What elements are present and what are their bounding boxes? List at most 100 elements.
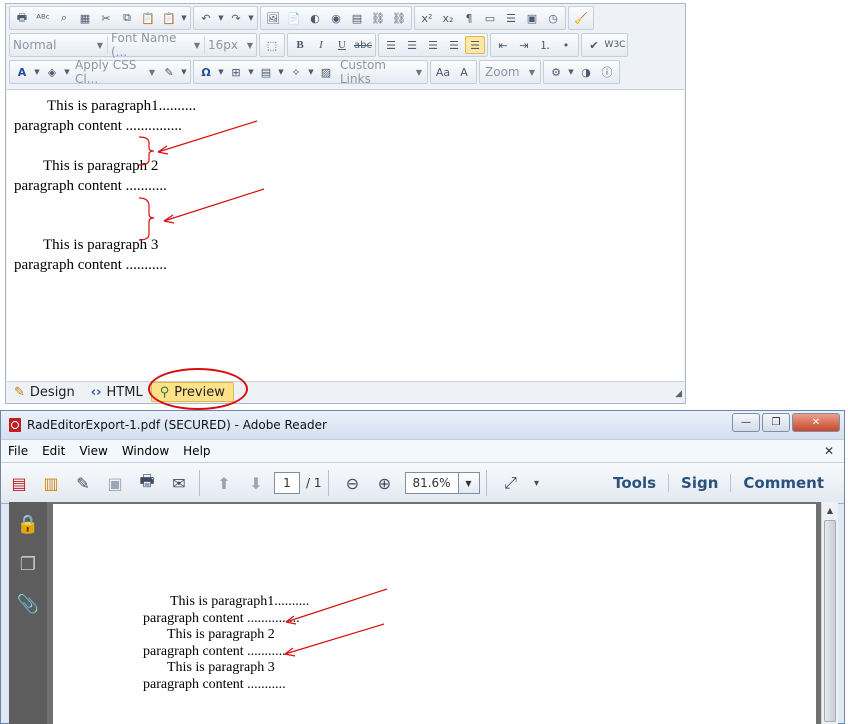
chevron-down-icon[interactable]: ▼ [307, 63, 315, 81]
xhtml-validator-icon[interactable]: ✔ [584, 36, 604, 54]
lock-icon[interactable]: 🔒 [9, 506, 47, 542]
numbered-list-icon[interactable]: ⒈ [535, 36, 555, 54]
next-page-icon[interactable]: ⬇ [242, 471, 270, 495]
font-name-dropdown[interactable]: Font Name (... ▼ [107, 31, 203, 59]
comment-link[interactable]: Comment [730, 474, 836, 492]
chevron-down-icon[interactable]: ▼ [458, 472, 480, 494]
css-class-dropdown[interactable]: Apply CSS Cl... ▼ [72, 58, 158, 86]
restore-button[interactable]: ❐ [762, 413, 790, 432]
table-icon[interactable]: ⊞ [226, 63, 246, 81]
form-element-icon[interactable]: ▣ [522, 9, 542, 27]
find-replace-icon[interactable]: ⌕ [54, 9, 74, 27]
spellcheck-icon[interactable]: ᴬᴮᶜ [33, 9, 53, 27]
align-none-icon[interactable]: ☰ [465, 36, 485, 54]
bulleted-list-icon[interactable]: • [556, 36, 576, 54]
font-size-dropdown[interactable]: 16px ▼ [204, 36, 256, 54]
chevron-down-icon[interactable]: ▼ [180, 9, 188, 27]
menu-view[interactable]: View [72, 444, 114, 458]
format-block-dropdown[interactable]: Normal ▼ [10, 36, 106, 54]
media-manager-icon[interactable]: ◉ [326, 9, 346, 27]
indent-icon[interactable]: ⇥ [514, 36, 534, 54]
minimize-button[interactable]: — [732, 413, 760, 432]
menu-window[interactable]: Window [115, 444, 176, 458]
image-map-icon[interactable]: ▨ [316, 63, 336, 81]
chevron-down-icon[interactable]: ▼ [247, 9, 255, 27]
magic-wand-icon[interactable]: ✧ [286, 63, 306, 81]
date-icon[interactable]: ◷ [543, 9, 563, 27]
bold-icon[interactable]: B [290, 36, 310, 54]
convert-lower-icon[interactable]: Aa [433, 63, 453, 81]
chevron-down-icon[interactable]: ▼ [63, 63, 71, 81]
cut-icon[interactable]: ✂ [96, 9, 116, 27]
page-number-input[interactable]: 1 [274, 472, 300, 494]
chevron-down-icon[interactable]: ▼ [217, 9, 225, 27]
paste-icon[interactable]: 📋 [138, 9, 158, 27]
zoom-level-input[interactable]: 81.6% [404, 472, 459, 494]
scroll-up-icon[interactable]: ▲ [822, 502, 838, 518]
close-window-button[interactable]: ✕ [792, 413, 840, 432]
vertical-scrollbar[interactable]: ▲ [821, 502, 838, 724]
pages-icon[interactable]: ❐ [9, 546, 47, 582]
menu-help[interactable]: Help [176, 444, 217, 458]
symbol-icon[interactable]: Ω [196, 63, 216, 81]
chevron-down-icon[interactable]: ▼ [33, 63, 41, 81]
copy-icon[interactable]: ⧉ [117, 9, 137, 27]
resize-grip-icon[interactable]: ◢ [675, 389, 682, 399]
fore-color-icon[interactable]: A [12, 63, 32, 81]
attachments-icon[interactable]: 📎 [9, 586, 47, 622]
fit-page-icon[interactable]: ⤢ [497, 471, 525, 495]
format-painter-icon[interactable]: ✎ [159, 63, 179, 81]
paragraph-icon[interactable]: ¶ [459, 9, 479, 27]
help-icon[interactable]: ⓘ [597, 63, 617, 81]
zoom-out-icon[interactable]: ⊖ [339, 471, 367, 495]
create-pdf-icon[interactable]: ▤ [5, 471, 33, 495]
design-mode-tab[interactable]: ✎ Design [6, 382, 83, 402]
align-left-icon[interactable]: ☰ [381, 36, 401, 54]
chevron-down-icon[interactable]: ▼ [180, 63, 188, 81]
zoom-in-icon[interactable]: ⊕ [371, 471, 399, 495]
italic-icon[interactable]: I [311, 36, 331, 54]
combine-files-icon[interactable]: ▥ [37, 471, 65, 495]
module-manager-icon[interactable]: ⚙ [546, 63, 566, 81]
chevron-down-icon[interactable]: ▼ [217, 63, 225, 81]
sign-link[interactable]: Sign [668, 474, 730, 492]
convert-upper-icon[interactable]: A [454, 63, 474, 81]
editor-content-area[interactable]: This is paragraph1.......... paragraph c… [7, 89, 684, 382]
snippet-icon[interactable]: ▤ [256, 63, 276, 81]
print-icon[interactable]: 🖶 [133, 471, 161, 495]
chevron-down-icon[interactable]: ▼ [567, 63, 575, 81]
format-stripper-icon[interactable]: 🧹 [571, 9, 591, 27]
template-manager-icon[interactable]: ▤ [347, 9, 367, 27]
custom-links-dropdown[interactable]: Custom Links ▼ [337, 58, 425, 86]
edit-pdf-icon[interactable]: ✎ [69, 471, 97, 495]
link-manager-icon[interactable]: ⛓ [368, 9, 388, 27]
undo-icon[interactable]: ↶ [196, 9, 216, 27]
print-icon[interactable]: 🖶 [12, 9, 32, 27]
horizontal-rule-icon[interactable]: ☰ [501, 9, 521, 27]
toolbar-options-icon[interactable]: ▾ [529, 471, 545, 495]
absolute-position-icon[interactable]: ⬚ [262, 36, 282, 54]
image-manager-icon[interactable]: 🖼 [263, 9, 283, 27]
outdent-icon[interactable]: ⇤ [493, 36, 513, 54]
menu-file[interactable]: File [1, 444, 35, 458]
previous-page-icon[interactable]: ⬆ [210, 471, 238, 495]
superscript-icon[interactable]: x² [417, 9, 437, 27]
save-icon[interactable]: ▣ [101, 471, 129, 495]
back-color-icon[interactable]: ◈ [42, 63, 62, 81]
email-icon[interactable]: ✉ [165, 471, 193, 495]
scrollbar-thumb[interactable] [824, 520, 836, 722]
close-document-icon[interactable]: ✕ [824, 444, 834, 458]
chevron-down-icon[interactable]: ▼ [277, 63, 285, 81]
flash-manager-icon[interactable]: ◐ [305, 9, 325, 27]
subscript-icon[interactable]: x₂ [438, 9, 458, 27]
document-manager-icon[interactable]: 📄 [284, 9, 304, 27]
toggle-screen-icon[interactable]: ◑ [576, 63, 596, 81]
select-all-icon[interactable]: ▦ [75, 9, 95, 27]
paste-options-icon[interactable]: 📋 [159, 9, 179, 27]
align-right-icon[interactable]: ☰ [423, 36, 443, 54]
insert-paragraph-icon[interactable]: ▭ [480, 9, 500, 27]
pdf-page[interactable]: This is paragraph1.......... paragraph c… [53, 504, 816, 724]
zoom-dropdown[interactable]: Zoom ▼ [482, 63, 538, 81]
w3c-icon[interactable]: W3C [605, 36, 626, 54]
strikethrough-icon[interactable]: abc [353, 36, 373, 54]
